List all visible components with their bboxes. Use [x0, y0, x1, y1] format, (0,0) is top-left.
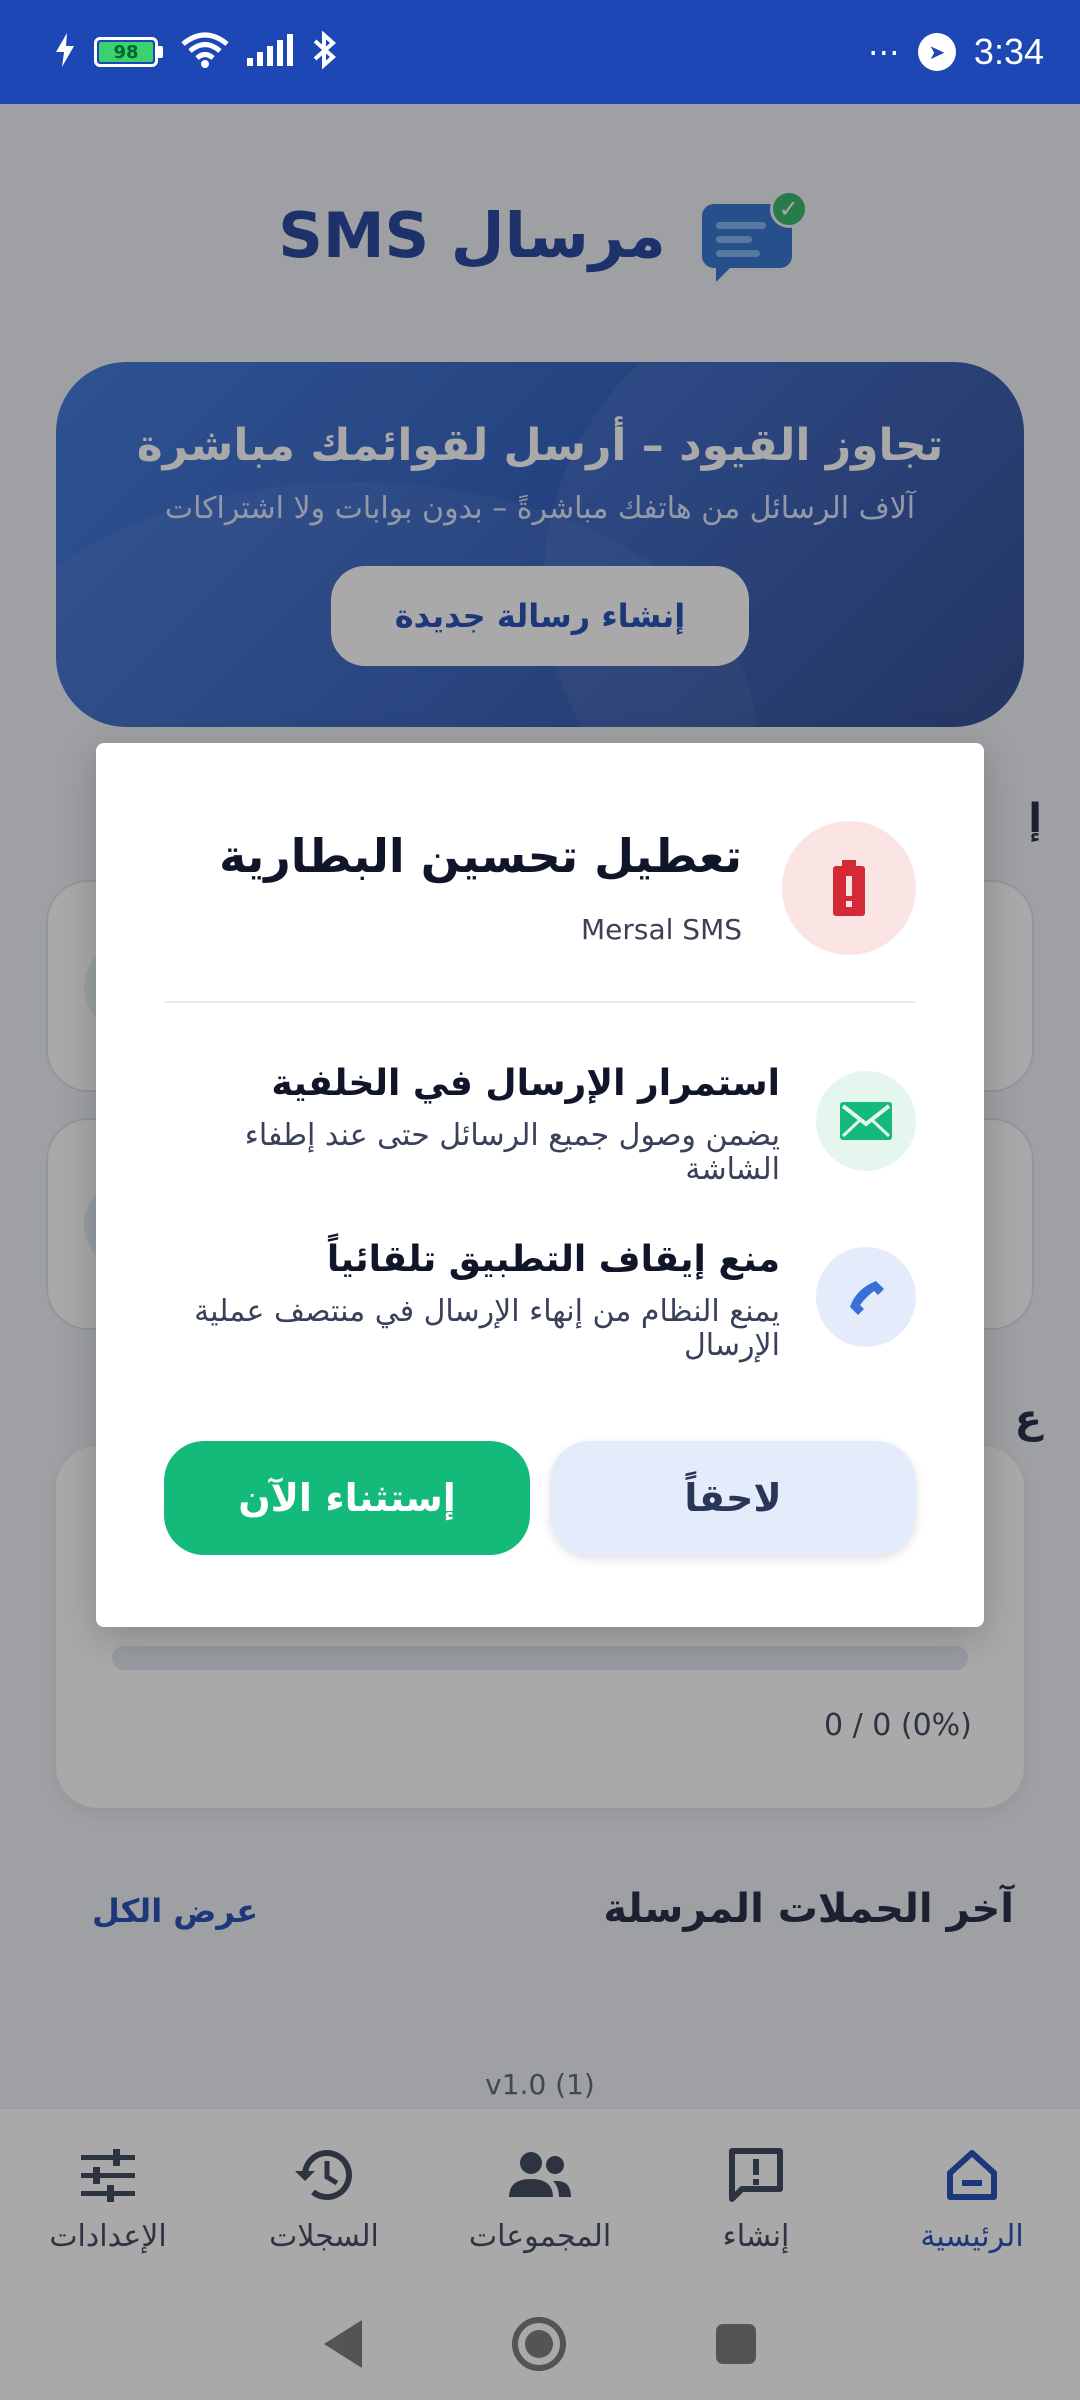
exempt-now-button[interactable]: إستثناء الآن	[164, 1441, 530, 1555]
feature-title: استمرار الإرسال في الخلفية	[271, 1063, 780, 1104]
wifi-icon	[181, 32, 229, 72]
battery-level: 98	[99, 42, 153, 63]
signal-icon	[247, 34, 293, 70]
battery-icon: 98	[94, 37, 163, 67]
dialog-title: تعطيل تحسين البطارية	[219, 829, 742, 883]
status-bar: 98 ⋯ ➤ 3:34	[0, 0, 1080, 104]
feature-description: يمنع النظام من إنهاء الإرسال في منتصف عم…	[194, 1294, 780, 1363]
bluetooth-icon	[311, 30, 339, 73]
status-icons-left: 98	[54, 30, 339, 73]
feature-background-sending: استمرار الإرسال في الخلفية يضمن وصول جمي…	[164, 1063, 916, 1191]
more-notifications-icon: ⋯	[867, 33, 900, 71]
envelope-icon	[816, 1071, 916, 1171]
phone-icon	[816, 1247, 916, 1347]
telegram-icon: ➤	[917, 33, 956, 71]
divider	[164, 1001, 916, 1003]
charging-icon	[54, 32, 76, 72]
status-icons-right: ⋯ ➤ 3:34	[868, 31, 1044, 73]
feature-prevent-stop: منع إيقاف التطبيق تلقائياً يمنع النظام م…	[164, 1239, 916, 1367]
battery-optimization-dialog: تعطيل تحسين البطارية Mersal SMS استمرار …	[96, 743, 984, 1627]
dialog-subtitle: Mersal SMS	[580, 913, 742, 946]
feature-title: منع إيقاف التطبيق تلقائياً	[326, 1239, 780, 1280]
clock: 3:34	[973, 31, 1044, 72]
feature-description: يضمن وصول جميع الرسائل حتى عند إطفاء الش…	[244, 1118, 780, 1187]
later-button[interactable]: لاحقاً	[550, 1441, 916, 1555]
battery-alert-icon	[782, 821, 916, 955]
